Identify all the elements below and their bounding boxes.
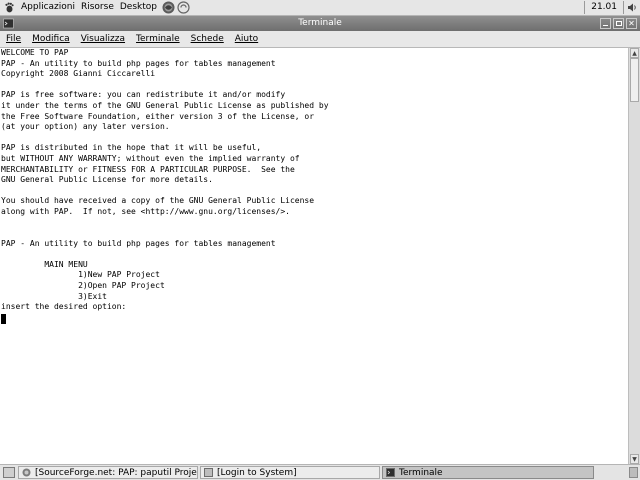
task-label: [SourceForge.net: PAP: paputil Project:.… [35,467,197,478]
menu-schede[interactable]: Schede [185,31,229,47]
terminal-text: WELCOME TO PAP PAP - An utility to build… [0,48,628,313]
mail-launcher-icon[interactable] [177,1,190,14]
terminal-line: Copyright 2008 Gianni Ciccarelli [1,69,156,79]
terminal-line: PAP is free software: you can redistribu… [1,90,286,100]
terminal-icon [386,468,395,477]
top-panel: Applicazioni Risorse Desktop 21.01 [0,0,640,16]
task-label: Terminale [399,467,443,478]
terminal-line: insert the desired option: [1,302,127,312]
menu-visualizza[interactable]: Visualizza [75,31,130,47]
terminal-line: 1)New PAP Project [1,270,160,280]
workspace-1[interactable] [629,467,638,478]
show-desktop-button[interactable] [3,467,15,478]
chevron-down-icon: ▼ [632,455,637,463]
terminal-line: along with PAP. If not, see <http://www.… [1,206,290,216]
window-title: Terminale [298,18,342,28]
terminal-menubar: File Modifica Visualizza Terminale Sched… [0,31,640,48]
menu-desktop[interactable]: Desktop [117,0,160,15]
menu-modifica[interactable]: Modifica [26,31,75,47]
terminal-scrollbar[interactable]: ▲ ▼ [628,48,640,464]
speaker-icon[interactable] [626,2,638,14]
text-cursor [1,314,6,324]
terminal-line: PAP - An utility to build php pages for … [1,238,276,248]
terminal-line: the Free Software Foundation, either ver… [1,111,315,121]
window-titlebar[interactable]: Terminale ✕ [0,16,640,31]
scroll-up-button[interactable]: ▲ [630,48,639,58]
terminal-line: You should have received a copy of the G… [1,196,315,206]
browser-launcher-icon[interactable] [162,1,175,14]
task-terminale[interactable]: Terminale [382,466,594,479]
scroll-down-button[interactable]: ▼ [630,454,639,464]
task-login[interactable]: [Login to System] [200,466,380,479]
terminal-output[interactable]: WELCOME TO PAP PAP - An utility to build… [0,48,628,464]
chevron-up-icon: ▲ [632,49,637,57]
terminal-line: GNU General Public License for more deta… [1,175,213,185]
terminal-line: MAIN MENU [1,259,88,269]
task-sourceforge[interactable]: [SourceForge.net: PAP: paputil Project:.… [18,466,198,479]
terminal-line: WELCOME TO PAP [1,48,69,57]
window-icon [204,468,213,477]
terminal-line: MERCHANTABILITY or FITNESS FOR A PARTICU… [1,164,295,174]
clock[interactable]: 21.01 [587,0,621,15]
terminal-line: (at your option) any later version. [1,122,170,132]
panel-separator [584,1,586,14]
gnome-foot-icon [3,2,15,14]
terminal-line: 2)Open PAP Project [1,281,165,291]
panel-separator [623,1,624,14]
terminal-line: PAP - An utility to build php pages for … [1,58,276,68]
menu-terminale[interactable]: Terminale [130,31,185,47]
workspace-switcher[interactable] [629,467,638,478]
terminal-line: 3)Exit [1,291,107,301]
task-label: [Login to System] [217,467,297,478]
menu-file[interactable]: File [0,31,26,47]
panel-menus: Applicazioni Risorse Desktop [0,0,190,15]
browser-window-icon [22,468,31,477]
menu-applicazioni[interactable]: Applicazioni [18,0,78,15]
terminal-line: PAP is distributed in the hope that it w… [1,143,262,153]
menu-aiuto[interactable]: Aiuto [229,31,263,47]
terminal-line: but WITHOUT ANY WARRANTY; without even t… [1,153,300,163]
terminal-line: it under the terms of the GNU General Pu… [1,100,329,110]
bottom-taskbar: [SourceForge.net: PAP: paputil Project:.… [0,464,640,480]
scrollbar-thumb[interactable] [630,58,639,102]
menu-risorse[interactable]: Risorse [78,0,117,15]
panel-right: 21.01 [582,0,640,15]
